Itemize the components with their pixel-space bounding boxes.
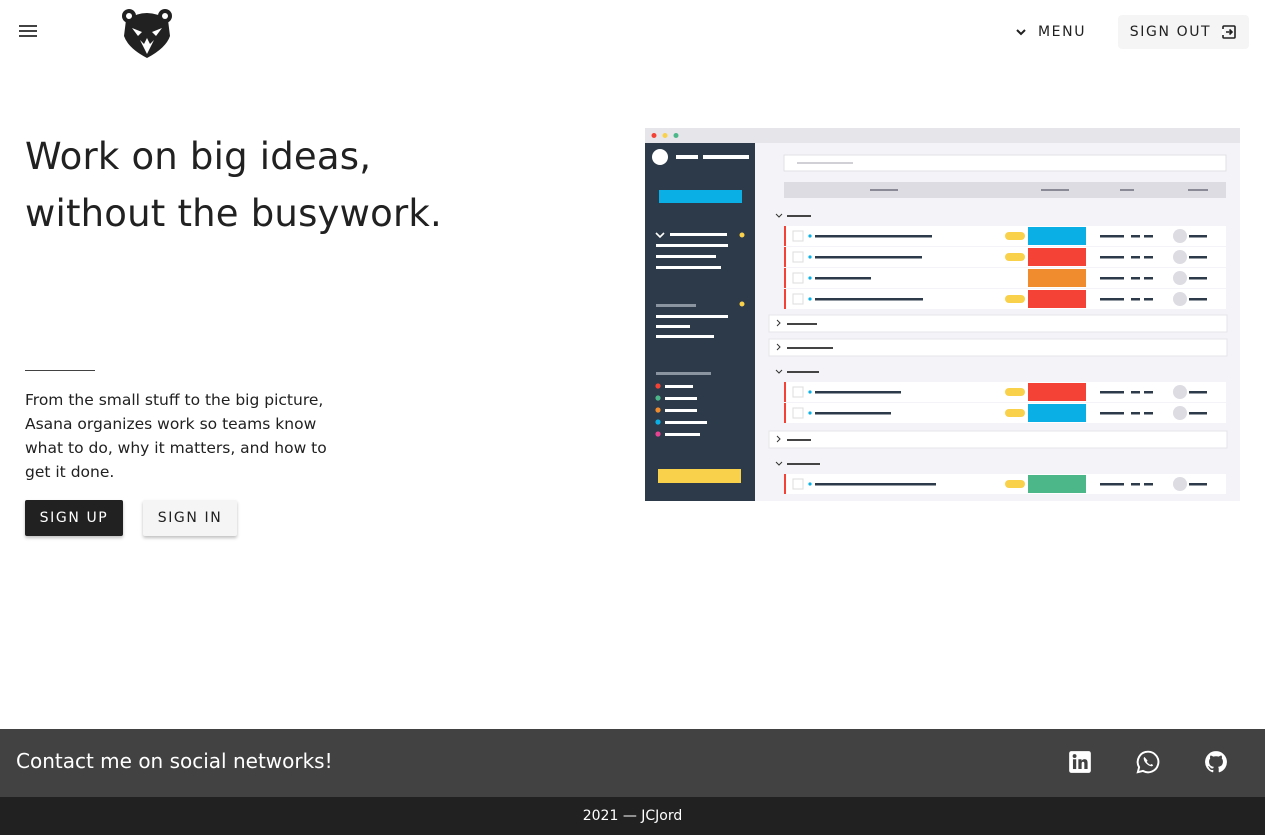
sign-up-button[interactable]: SIGN UP [25, 500, 123, 536]
hamburger-menu-icon[interactable] [16, 20, 40, 44]
linkedin-icon[interactable] [1067, 749, 1093, 775]
menu-label: MENU [1038, 24, 1087, 40]
copyright-bar: 2021 — JCJord [0, 797, 1265, 835]
github-icon[interactable] [1203, 749, 1229, 775]
chevron-down-icon [1016, 29, 1026, 36]
footer: Contact me on social networks! [0, 729, 1265, 797]
sign-in-button[interactable]: SIGN IN [143, 500, 237, 536]
footer-contact-text: Contact me on social networks! [16, 749, 333, 773]
hero-title-line-2: without the busywork. [25, 192, 442, 235]
hero-title: Work on big ideas, without the busywork. [25, 128, 585, 242]
bear-logo[interactable] [120, 6, 174, 60]
copyright-text: 2021 — JCJord [582, 808, 683, 824]
sign-out-button[interactable]: SIGN OUT [1118, 15, 1249, 49]
scrollbar-gutter [1265, 0, 1280, 835]
whatsapp-icon[interactable] [1135, 749, 1161, 775]
divider [25, 370, 95, 371]
sign-out-label: SIGN OUT [1129, 24, 1212, 40]
menu-button[interactable]: MENU [1000, 15, 1100, 49]
top-app-bar: MENU SIGN OUT [0, 0, 1265, 64]
hero-description: From the small stuff to the big picture,… [25, 391, 327, 481]
hero-title-line-1: Work on big ideas, [25, 135, 372, 178]
product-illustration [645, 128, 1240, 501]
exit-icon [1222, 25, 1237, 39]
